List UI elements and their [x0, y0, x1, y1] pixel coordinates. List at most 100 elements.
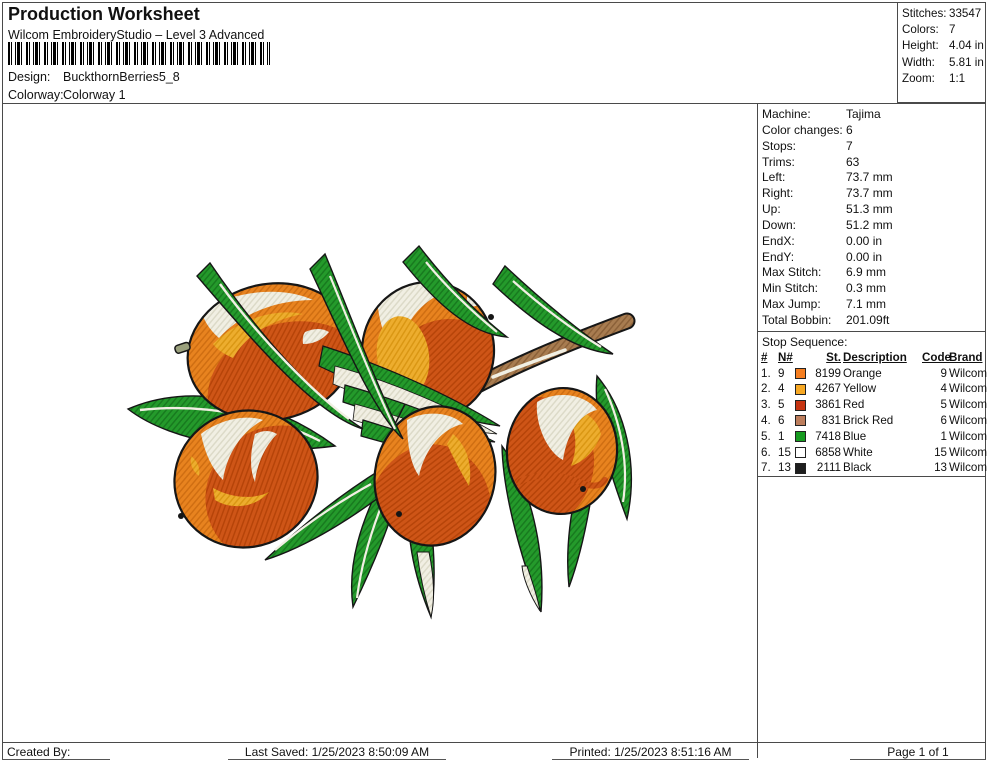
- machine-info-value: 6.9 mm: [846, 265, 887, 280]
- machine-info-value: 0.00 in: [846, 249, 883, 264]
- machine-info-row: Machine: Tajima: [762, 107, 986, 123]
- machine-info-row: Max Stitch: 6.9 mm: [762, 265, 986, 281]
- machine-info-row: Trims: 63: [762, 155, 986, 171]
- machine-info-value: Tajima: [846, 107, 881, 121]
- thread-brand: Wilcom: [949, 398, 987, 412]
- barcode-icon: [8, 42, 270, 65]
- stitch-count: 831: [821, 414, 841, 427]
- machine-info-row: Down: 51.2 mm: [762, 218, 986, 234]
- summary-label: Stitches:: [902, 7, 947, 20]
- thread-brand: Wilcom: [949, 461, 987, 475]
- stop-sequence-rows: 1. 9 8199 Orange 9 Wilcom 2. 4 4267 Yellow 4 Wilcom…: [758, 366, 987, 477]
- machine-info-value: 51.2 mm: [846, 217, 893, 232]
- column-header: Description: [843, 350, 907, 364]
- last-saved-cell: Last Saved: 1/25/2023 8:50:09 AM: [228, 743, 446, 760]
- machine-info-label: Min Stitch:: [762, 281, 819, 296]
- thread-code: 5: [940, 398, 947, 412]
- machine-info-rows: Machine: Tajima Color changes: 6 Stops: 7 Trim…: [758, 104, 986, 331]
- panel-separator-bottom: [758, 476, 986, 478]
- stop-number: 4.: [761, 414, 771, 427]
- needle-number: 1: [778, 429, 785, 443]
- summary-row: Colors: 7: [902, 22, 985, 38]
- thread-description: Yellow: [843, 382, 877, 396]
- stop-number: 7.: [761, 461, 771, 475]
- thread-description: Red: [843, 398, 865, 412]
- stop-sequence-row: 5. 1 7418 Blue 1 Wilcom: [758, 429, 987, 445]
- column-header: Code: [922, 350, 951, 364]
- printed-cell: Printed: 1/25/2023 8:51:16 AM: [552, 743, 749, 760]
- column-header: St.: [826, 350, 841, 364]
- machine-info-row: EndY: 0.00 in: [762, 250, 986, 266]
- machine-info-row: Right: 73.7 mm: [762, 186, 986, 202]
- machine-info-label: Stops:: [762, 138, 797, 153]
- stitch-count: 8199: [815, 366, 841, 380]
- thread-brand: Wilcom: [949, 382, 987, 396]
- thread-color-swatch: [795, 368, 806, 379]
- summary-row: Width: 5.81 in: [902, 55, 985, 71]
- machine-info-value: 73.7 mm: [846, 170, 893, 185]
- footer-divider: [2, 742, 986, 743]
- needle-number: 13: [778, 461, 791, 475]
- summary-value: 4.04 in: [949, 39, 984, 53]
- stop-sequence-row: 2. 4 4267 Yellow 4 Wilcom: [758, 381, 987, 397]
- column-header: N#: [778, 350, 793, 364]
- berry-right: [501, 384, 623, 519]
- thread-code: 15: [934, 445, 947, 459]
- stitch-count: 7418: [815, 429, 841, 443]
- thread-brand: Wilcom: [949, 429, 987, 443]
- machine-info-row: Color changes: 6: [762, 123, 986, 139]
- thread-brand: Wilcom: [949, 414, 987, 427]
- machine-info-value: 73.7 mm: [846, 186, 893, 201]
- machine-info-value: 0.3 mm: [846, 281, 887, 296]
- thread-color-swatch: [795, 431, 806, 443]
- summary-box: Stitches: 33547 Colors: 7 Height: 4.04 in Widt…: [897, 2, 986, 103]
- machine-info-row: Left: 73.7 mm: [762, 170, 986, 186]
- created-by-cell: Created By:: [2, 743, 110, 760]
- machine-info-value: 7: [846, 138, 853, 153]
- summary-label: Height:: [902, 39, 939, 53]
- machine-info-row: EndX: 0.00 in: [762, 234, 986, 250]
- thread-description: Black: [843, 461, 872, 475]
- column-header: Brand: [949, 350, 983, 364]
- machine-info-row: Stops: 7: [762, 139, 986, 155]
- app-subtitle: Wilcom EmbroideryStudio – Level 3 Advanc…: [8, 28, 265, 42]
- machine-info-row: Min Stitch: 0.3 mm: [762, 281, 986, 297]
- design-preview-area: [5, 104, 757, 742]
- summary-label: Colors:: [902, 23, 939, 37]
- machine-info-row: Total Bobbin: 201.09ft: [762, 313, 986, 329]
- page-title: Production Worksheet: [8, 4, 200, 24]
- thread-description: Orange: [843, 366, 882, 380]
- thread-code: 9: [940, 366, 947, 380]
- thread-color-swatch: [795, 415, 806, 427]
- summary-row: Stitches: 33547: [902, 6, 985, 22]
- summary-row: Height: 4.04 in: [902, 38, 985, 54]
- thread-brand: Wilcom: [949, 445, 987, 459]
- thread-color-swatch: [795, 462, 806, 474]
- needle-number: 15: [778, 445, 791, 459]
- machine-info-label: EndY:: [762, 249, 795, 264]
- machine-info-value: 63: [846, 154, 860, 169]
- embroidery-design: [126, 244, 636, 620]
- machine-info-row: Up: 51.3 mm: [762, 202, 986, 218]
- stop-number: 1.: [761, 366, 771, 380]
- machine-info-label: Machine:: [762, 107, 811, 121]
- stop-sequence-row: 4. 6 831 Brick Red 6 Wilcom: [758, 413, 987, 429]
- machine-info-label: Left:: [762, 170, 786, 185]
- machine-info-label: Total Bobbin:: [762, 312, 832, 327]
- thread-code: 6: [940, 414, 947, 427]
- machine-info-label: Max Stitch:: [762, 265, 822, 280]
- thread-color-swatch: [795, 383, 806, 395]
- design-label: Design:: [8, 70, 51, 84]
- machine-info-label: Max Jump:: [762, 297, 821, 312]
- machine-info-label: Down:: [762, 217, 797, 232]
- design-value: BuckthornBerries5_8: [63, 70, 180, 84]
- stop-number: 6.: [761, 445, 771, 459]
- colorway-label: Colorway:: [8, 88, 64, 102]
- needle-number: 9: [778, 366, 785, 380]
- machine-info-label: Right:: [762, 186, 794, 201]
- colorway-row: Colorway: Colorway 1: [8, 88, 126, 102]
- stitch-count: 6858: [815, 445, 841, 459]
- stitch-count: 3861: [815, 398, 841, 412]
- design-row: Design: BuckthornBerries5_8: [8, 70, 180, 84]
- thread-color-swatch: [795, 446, 806, 458]
